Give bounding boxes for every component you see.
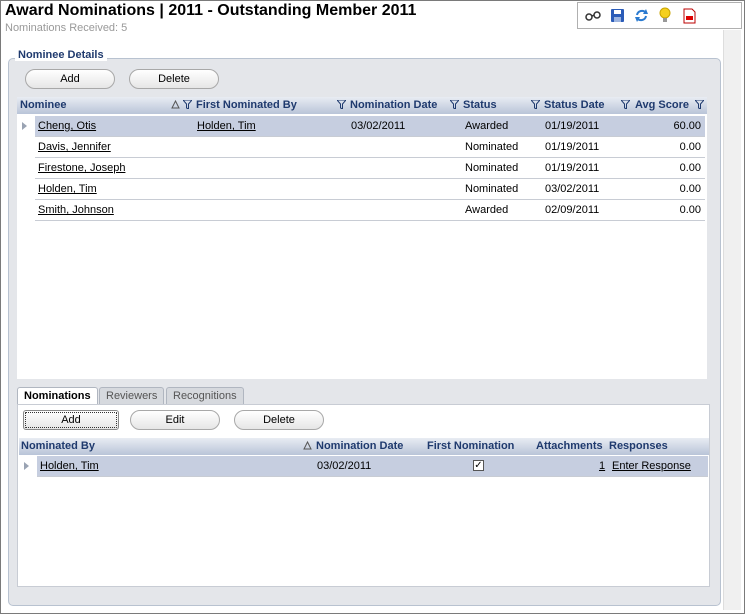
status: Nominated	[465, 162, 519, 174]
table-row[interactable]: Firestone, Joseph Nominated 01/19/2011 0…	[35, 158, 705, 179]
column-header-nomination-date[interactable]: Nomination Date	[316, 440, 403, 452]
filter-icon[interactable]	[183, 100, 192, 109]
column-header-nomination-date[interactable]: Nomination Date	[350, 99, 437, 111]
filter-icon[interactable]	[621, 100, 630, 109]
status: Nominated	[465, 141, 519, 153]
page-title: Award Nominations | 2011 - Outstanding M…	[5, 2, 417, 19]
tab-nominations[interactable]: Nominations	[17, 387, 98, 405]
nominated-by-link[interactable]: Holden, Tim	[40, 460, 99, 472]
toolbar	[577, 2, 742, 29]
first-nomination-checkbox[interactable]: ✓	[473, 460, 484, 471]
table-row[interactable]: Holden, Tim Nominated 03/02/2011 0.00	[35, 179, 705, 200]
nomination-date: 03/02/2011	[317, 460, 372, 472]
avg-score: 0.00	[679, 162, 701, 174]
vertical-scrollbar[interactable]	[723, 30, 741, 610]
attachments-link[interactable]: 1	[599, 460, 605, 472]
status-date: 01/19/2011	[545, 162, 600, 174]
nomination-date: 03/02/2011	[351, 120, 406, 132]
refresh-icon[interactable]	[632, 7, 650, 25]
column-header-first-nomination[interactable]: First Nomination	[427, 440, 514, 452]
first-nominated-by-link[interactable]: Holden, Tim	[197, 120, 256, 132]
status-date: 01/19/2011	[545, 120, 600, 132]
column-header-attachments[interactable]: Attachments	[536, 440, 603, 452]
column-header-nominee[interactable]: Nominee	[20, 99, 66, 111]
table-row[interactable]: Holden, Tim 03/02/2011 ✓ 1 Enter Respons…	[24, 456, 708, 477]
status-date: 01/19/2011	[545, 141, 600, 153]
column-header-avg-score[interactable]: Avg Score	[635, 99, 689, 111]
nominee-details-label: Nominee Details	[15, 49, 107, 61]
tab-recognitions[interactable]: Recognitions	[166, 387, 244, 404]
column-header-status-date[interactable]: Status Date	[544, 99, 605, 111]
delete-nomination-button[interactable]: Delete	[234, 410, 324, 430]
nominations-received-count: Nominations Received: 5	[5, 22, 128, 34]
sort-ascending-icon[interactable]	[171, 100, 180, 109]
table-row[interactable]: Davis, Jennifer Nominated 01/19/2011 0.0…	[35, 137, 705, 158]
sort-ascending-icon[interactable]	[303, 441, 312, 450]
enter-response-link[interactable]: Enter Response	[612, 460, 691, 472]
column-header-first-nominated-by[interactable]: First Nominated By	[196, 99, 297, 111]
avg-score: 60.00	[673, 120, 701, 132]
add-nominee-button[interactable]: Add	[25, 69, 115, 89]
status: Awarded	[465, 120, 509, 132]
glasses-icon[interactable]	[584, 7, 602, 25]
pdf-icon[interactable]	[680, 7, 698, 25]
tab-reviewers[interactable]: Reviewers	[99, 387, 165, 404]
add-nomination-button[interactable]: Add	[23, 410, 119, 430]
status-date: 02/09/2011	[545, 204, 600, 216]
table-row[interactable]: Cheng, Otis Holden, Tim 03/02/2011 Award…	[22, 116, 705, 137]
avg-score: 0.00	[679, 141, 701, 153]
nominee-link[interactable]: Smith, Johnson	[38, 204, 114, 216]
nominee-link[interactable]: Holden, Tim	[38, 183, 97, 195]
nominations-tab-panel	[17, 404, 710, 587]
edit-nomination-button[interactable]: Edit	[130, 410, 220, 430]
avg-score: 0.00	[679, 183, 701, 195]
delete-nominee-button[interactable]: Delete	[129, 69, 219, 89]
filter-icon[interactable]	[450, 100, 459, 109]
nominee-grid-header: Nominee First Nominated By Nomination Da…	[17, 97, 707, 114]
lightbulb-icon[interactable]	[656, 7, 674, 25]
nominee-link[interactable]: Firestone, Joseph	[38, 162, 125, 174]
row-indicator-icon	[22, 122, 27, 130]
avg-score: 0.00	[679, 204, 701, 216]
nominee-link[interactable]: Cheng, Otis	[38, 120, 96, 132]
row-indicator-icon	[24, 462, 29, 470]
nominee-link[interactable]: Davis, Jennifer	[38, 141, 111, 153]
nominations-grid-header: Nominated By Nomination Date First Nomin…	[19, 438, 709, 455]
save-icon[interactable]	[608, 7, 626, 25]
status: Awarded	[465, 204, 509, 216]
column-header-nominated-by[interactable]: Nominated By	[21, 440, 95, 452]
filter-icon[interactable]	[337, 100, 346, 109]
status: Nominated	[465, 183, 519, 195]
status-date: 03/02/2011	[545, 183, 600, 195]
filter-icon[interactable]	[695, 100, 704, 109]
table-row[interactable]: Smith, Johnson Awarded 02/09/2011 0.00	[35, 200, 705, 221]
filter-icon[interactable]	[531, 100, 540, 109]
column-header-status[interactable]: Status	[463, 99, 497, 111]
column-header-responses[interactable]: Responses	[609, 440, 668, 452]
